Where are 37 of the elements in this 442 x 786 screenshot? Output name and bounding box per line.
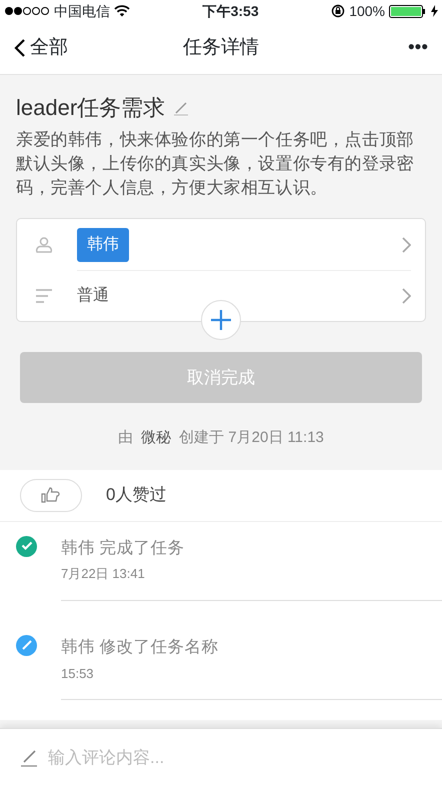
status-time: 下午3:53 [202,2,260,20]
back-link[interactable]: 全部 [14,34,104,62]
chevron-icon [401,288,411,304]
wifi-icon [114,5,130,17]
creator-name: 微秘 [141,428,172,448]
plus-icon [210,309,232,331]
activity-time: 7月22日 13:41 [61,565,146,584]
priority-value: 普通 [77,285,109,306]
signal-icon [4,6,50,16]
created-date: 创建于 7月20日 11:13 [179,428,324,448]
like-button[interactable] [20,478,82,512]
more-button[interactable]: ••• [408,36,428,58]
activity-time: 15:53 [61,664,95,682]
charging-icon [431,5,438,17]
battery-icon [389,4,427,18]
page-title: 任务详情 [183,36,259,58]
edit-icon [173,100,190,116]
assignee-tag: 韩伟 [77,228,129,262]
activity-text: 韩伟 修改了任务名称 [61,636,220,658]
created-by-label: 由 [118,428,134,448]
rotation-lock-icon [331,4,346,18]
lines-icon [35,288,53,304]
comment-field[interactable]: 输入评论内容... [0,728,442,786]
battery-percent: 100% [349,2,385,20]
pencil-icon [20,748,38,766]
task-title: leader任务需求 [16,94,166,122]
field-row[interactable]: 韩伟 [17,219,425,270]
task-description: 亲爱的韩伟，快来体验你的第一个任务吧，点击顶部默认头像，上传你的真实头像，设置你专有的登录密码，完善个人信息，方便大家相互认识。 [16,129,415,199]
comment-input[interactable]: 输入评论内容... [46,729,422,786]
likes-count: 0人赞过 [106,484,166,506]
activity-text: 韩伟 完成了任务 [61,538,186,558]
carrier-name: 中国电信 [54,2,110,20]
person-icon [35,236,53,254]
add-button[interactable] [201,300,241,340]
chevron-icon [401,236,411,252]
back-icon [14,38,26,58]
thumbs-up-icon [41,487,61,503]
